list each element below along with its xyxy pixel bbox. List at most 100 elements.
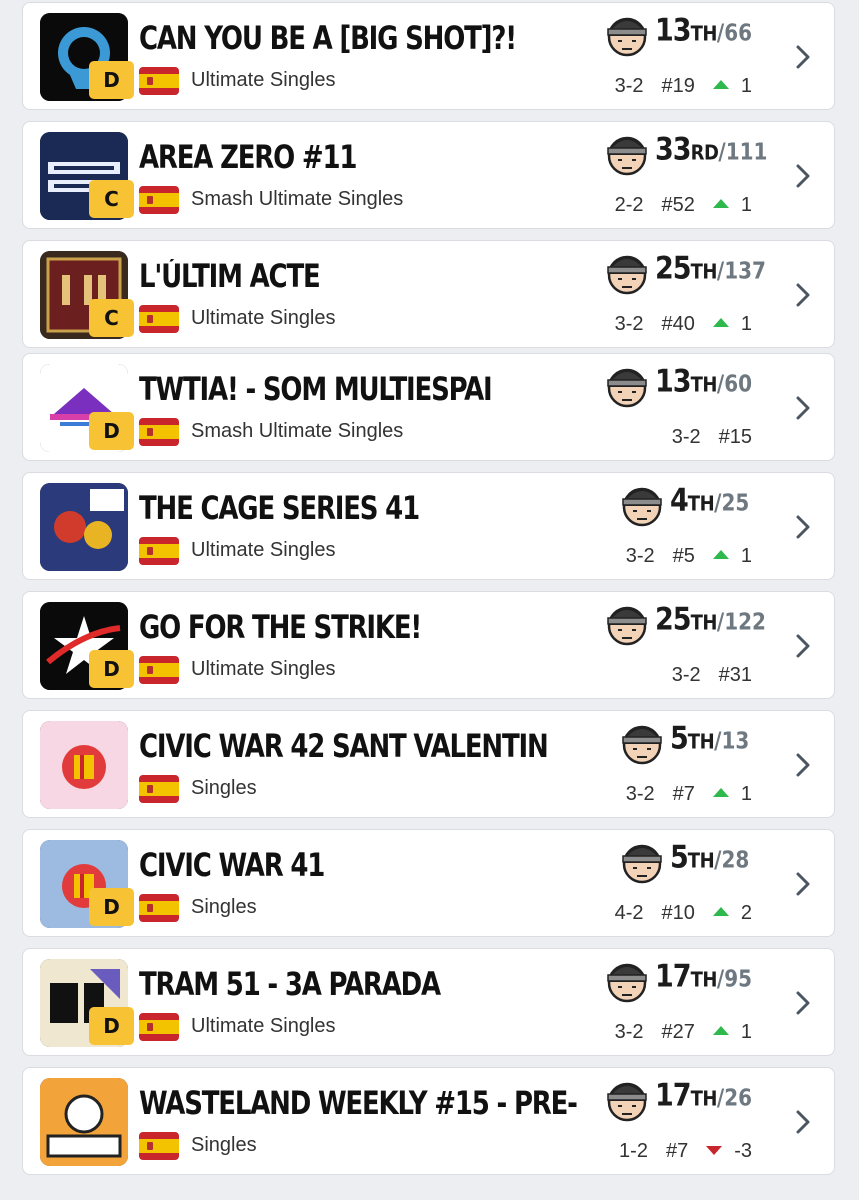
trend-value: 1 — [740, 545, 752, 567]
placement: 13TH/66 — [655, 13, 752, 49]
stats-row: 3-2 #31 — [672, 664, 752, 687]
placement: 5TH/13 — [670, 721, 749, 757]
tournament-card[interactable]: D TRAM 51 - 3A PARADA Ultimate Singles 17TH… — [22, 948, 835, 1056]
set-record: 1-2 — [619, 1140, 648, 1162]
trend-up-icon — [712, 199, 729, 208]
seed: #7 — [672, 783, 695, 805]
chevron-right-icon[interactable] — [796, 515, 810, 539]
spain-flag-icon — [139, 418, 179, 446]
tournament-logo — [40, 483, 128, 571]
trend-up-icon — [712, 318, 729, 327]
set-record: 2-2 — [614, 194, 644, 216]
character-headband-icon — [603, 11, 651, 59]
chevron-right-icon[interactable] — [796, 753, 810, 777]
tier-badge: D — [89, 888, 134, 926]
tournament-card[interactable]: D GO FOR THE STRIKE! Ultimate Singles 25TH/… — [22, 591, 835, 699]
entrant-total: /28 — [714, 845, 750, 874]
placement-suffix: TH — [690, 260, 718, 285]
placement: 13TH/60 — [655, 364, 752, 400]
placement-suffix: TH — [690, 22, 718, 47]
seed: #19 — [661, 75, 695, 97]
character-headband-icon — [603, 130, 651, 178]
tournament-card[interactable]: D TWTIA! - SOM MULTIESPAI Smash Ultimate S… — [22, 353, 835, 461]
chevron-right-icon[interactable] — [796, 991, 810, 1015]
character-headband-icon — [603, 362, 651, 410]
tournament-title: TWTIA! - SOM MULTIESPAI — [139, 372, 493, 409]
tournament-card[interactable]: C AREA ZERO #11 Smash Ultimate Singles 33RD… — [22, 121, 835, 229]
set-record: 3-2 — [671, 664, 701, 686]
tournament-card[interactable]: C L'ÚLTIM ACTE Ultimate Singles 25TH/137 3-2… — [22, 240, 835, 348]
event-name: Singles — [191, 777, 257, 799]
event-name: Singles — [191, 896, 257, 918]
seed: #40 — [661, 313, 695, 335]
stats-row: 2-2 #52 1 — [615, 194, 752, 217]
set-record: 3-2 — [625, 545, 655, 567]
tournament-card[interactable]: D CIVIC WAR 41 Singles 5TH/28 4-2 #10 2 — [22, 829, 835, 937]
tournament-title: TRAM 51 - 3A PARADA — [139, 967, 441, 1004]
placement-number: 33 — [655, 132, 692, 168]
character-headband-icon — [603, 1076, 651, 1124]
spain-flag-icon — [139, 305, 179, 333]
entrant-total: /137 — [716, 256, 766, 285]
placement-number: 5 — [670, 840, 689, 876]
seed: #52 — [661, 194, 695, 216]
placement: 17TH/95 — [655, 959, 752, 995]
event-name: Ultimate Singles — [191, 539, 336, 561]
trend-value: 1 — [740, 783, 752, 805]
chevron-right-icon[interactable] — [796, 1110, 810, 1134]
event-name: Ultimate Singles — [191, 69, 336, 91]
placement-number: 4 — [670, 483, 689, 519]
spain-flag-icon — [139, 537, 179, 565]
trend-up-icon — [712, 907, 729, 916]
chevron-right-icon[interactable] — [796, 164, 810, 188]
tier-badge: D — [89, 61, 134, 99]
character-headband-icon — [603, 957, 651, 1005]
placement: 25TH/137 — [655, 251, 766, 287]
chevron-right-icon[interactable] — [796, 396, 810, 420]
placement-number: 5 — [670, 721, 689, 757]
spain-flag-icon — [139, 656, 179, 684]
tournament-card[interactable]: CIVIC WAR 42 SANT VALENTIN Singles 5TH/13 3… — [22, 710, 835, 818]
chevron-right-icon[interactable] — [796, 283, 810, 307]
tournament-title: CAN YOU BE A [BIG SHOT]?! — [139, 21, 517, 58]
chevron-right-icon[interactable] — [796, 872, 810, 896]
trend-up-icon — [712, 788, 729, 797]
chevron-right-icon[interactable] — [796, 45, 810, 69]
spain-flag-icon — [139, 775, 179, 803]
tournament-title: L'ÚLTIM ACTE — [139, 259, 321, 296]
tournament-card[interactable]: D CAN YOU BE A [BIG SHOT]?! Ultimate Singl… — [22, 2, 835, 110]
entrant-total: /66 — [716, 18, 753, 47]
placement-suffix: TH — [690, 373, 718, 398]
chevron-right-icon[interactable] — [796, 634, 810, 658]
event-name: Ultimate Singles — [191, 1015, 336, 1037]
tier-badge: D — [89, 650, 134, 688]
trend-value: 1 — [740, 75, 752, 97]
spain-flag-icon — [139, 186, 179, 214]
event-name: Smash Ultimate Singles — [191, 420, 404, 442]
seed: #10 — [661, 902, 695, 924]
stats-row: 1-2 #7 -3 — [619, 1140, 752, 1163]
set-record: 4-2 — [614, 902, 644, 924]
event-name: Ultimate Singles — [191, 658, 336, 680]
set-record: 3-2 — [614, 313, 644, 335]
seed-trend: 1 — [712, 194, 752, 216]
spain-flag-icon — [139, 1013, 179, 1041]
seed-trend: 1 — [712, 783, 752, 805]
trend-value: 1 — [740, 313, 752, 335]
character-headband-icon — [618, 838, 666, 886]
set-record: 3-2 — [614, 1021, 644, 1043]
seed: #15 — [718, 426, 752, 448]
trend-up-icon — [712, 1026, 729, 1035]
character-headband-icon — [603, 600, 651, 648]
trend-down-icon — [706, 1146, 723, 1155]
tournament-card[interactable]: WASTELAND WEEKLY #15 - PRE-PRO... Singles… — [22, 1067, 835, 1175]
stats-row: 4-2 #10 2 — [615, 902, 752, 925]
stats-row: 3-2 #7 1 — [626, 783, 752, 806]
seed: #7 — [665, 1140, 689, 1162]
tournament-card[interactable]: THE CAGE SERIES 41 Ultimate Singles 4TH/25… — [22, 472, 835, 580]
seed-trend: 2 — [712, 902, 752, 924]
seed: #31 — [718, 664, 752, 686]
stats-row: 3-2 #27 1 — [615, 1021, 752, 1044]
tier-badge: C — [89, 299, 134, 337]
trend-value: 2 — [740, 902, 752, 924]
